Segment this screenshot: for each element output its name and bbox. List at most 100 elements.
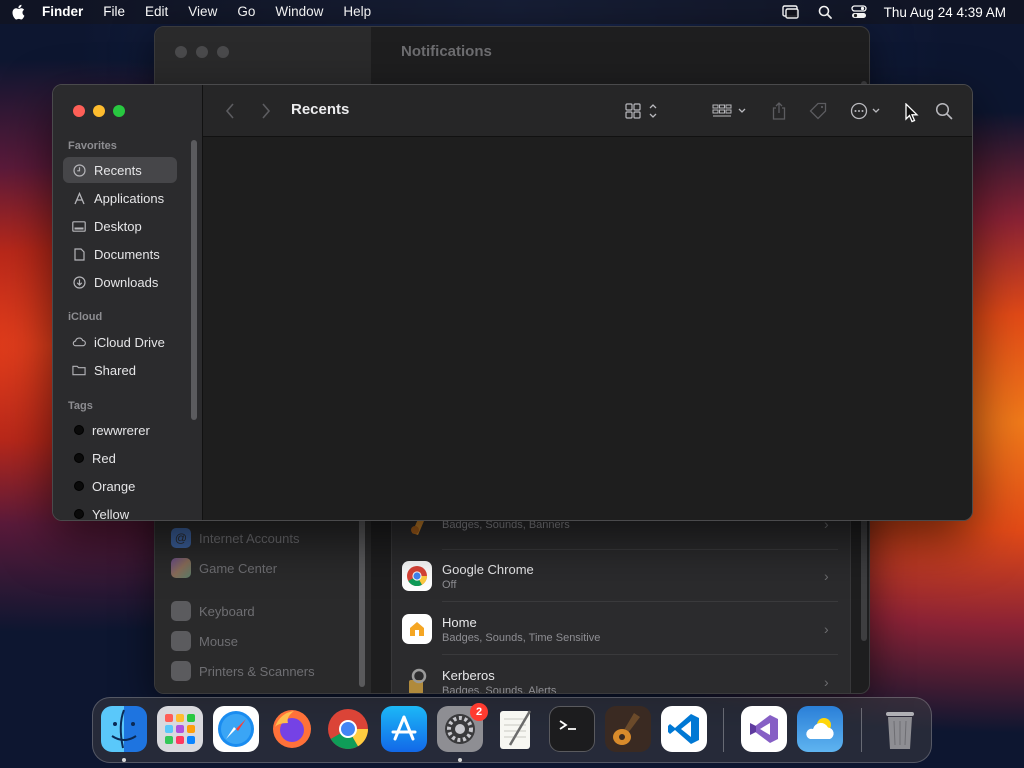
- mouse-icon: [171, 631, 191, 651]
- notifications-app-list: Badges, Sounds, Banners › Google Chrome …: [391, 507, 852, 694]
- menu-bar: Finder File Edit View Go Window Help Thu…: [0, 0, 1024, 24]
- menu-file[interactable]: File: [93, 0, 135, 24]
- settings-title: Notifications: [401, 43, 492, 60]
- finder-content-area[interactable]: [203, 138, 972, 520]
- settings-sidebar-item-keyboard[interactable]: Keyboard: [171, 598, 255, 624]
- settings-minimize-button[interactable]: [196, 46, 208, 58]
- sidebar-item-label: Downloads: [94, 274, 159, 290]
- dock-visual-studio-icon[interactable]: [741, 706, 787, 752]
- shared-folder-icon: [72, 363, 86, 377]
- tag-dot-icon: [74, 509, 84, 519]
- spotlight-search-icon[interactable]: [808, 0, 842, 24]
- at-sign-icon: @: [171, 528, 191, 548]
- apple-menu-icon[interactable]: [0, 4, 36, 20]
- menu-app-name[interactable]: Finder: [36, 0, 93, 24]
- menu-window[interactable]: Window: [265, 0, 333, 24]
- group-by-icon[interactable]: [711, 99, 751, 123]
- dock-textedit-icon[interactable]: [493, 706, 539, 752]
- settings-sidebar-label: Printers & Scanners: [199, 663, 315, 679]
- dock-safari-icon[interactable]: [213, 706, 259, 752]
- dock-launchpad-icon[interactable]: [157, 706, 203, 752]
- settings-sidebar-item-internet-accounts[interactable]: @ Internet Accounts: [171, 525, 299, 551]
- close-button[interactable]: [73, 105, 85, 117]
- kerberos-icon: [402, 667, 432, 693]
- dock-vscode-icon[interactable]: [661, 706, 707, 752]
- dock-firefox-icon[interactable]: [269, 706, 315, 752]
- screen-mirroring-icon[interactable]: [774, 0, 808, 24]
- settings-sidebar-label: Internet Accounts: [199, 530, 300, 546]
- sidebar-item-icloud-drive[interactable]: iCloud Drive: [63, 329, 177, 355]
- sidebar-tag-orange[interactable]: Orange: [63, 473, 177, 499]
- menu-go[interactable]: Go: [227, 0, 265, 24]
- app-name: Google Chrome: [442, 561, 534, 577]
- menu-clock[interactable]: Thu Aug 24 4:39 AM: [876, 5, 1024, 20]
- sidebar-item-recents[interactable]: Recents: [63, 157, 177, 183]
- back-button[interactable]: [221, 99, 239, 123]
- settings-sidebar-item-mouse[interactable]: Mouse: [171, 628, 238, 654]
- finder-window: Favorites Recents Applications Desktop D…: [52, 84, 973, 521]
- share-icon[interactable]: [769, 99, 789, 123]
- sidebar-item-applications[interactable]: Applications: [63, 185, 177, 211]
- app-notification-summary: Off: [442, 578, 457, 591]
- home-icon: [402, 614, 432, 644]
- search-icon[interactable]: [933, 99, 955, 123]
- view-mode-icon-grid[interactable]: [623, 99, 663, 123]
- app-name: Kerberos: [442, 667, 495, 683]
- sidebar-item-label: Shared: [94, 362, 136, 378]
- download-icon: [72, 275, 86, 289]
- dock-garageband-icon[interactable]: [605, 706, 651, 752]
- tag-dot-icon: [74, 425, 84, 435]
- chevron-right-icon: ›: [824, 568, 829, 584]
- sidebar-item-downloads[interactable]: Downloads: [63, 269, 177, 295]
- dock-app-store-icon[interactable]: [381, 706, 427, 752]
- settings-zoom-button[interactable]: [217, 46, 229, 58]
- tags-section-title: Tags: [68, 400, 93, 412]
- app-notification-summary: Badges, Sounds, Alerts: [442, 684, 557, 694]
- printer-icon: [171, 661, 191, 681]
- settings-traffic-lights: [175, 46, 229, 58]
- dock-finder-icon[interactable]: [101, 706, 147, 752]
- sidebar-item-label: Recents: [94, 162, 142, 178]
- settings-sidebar-label: Mouse: [199, 633, 239, 649]
- sidebar-tag-yellow[interactable]: Yellow: [63, 501, 177, 521]
- app-notification-summary: Badges, Sounds, Time Sensitive: [442, 631, 601, 644]
- sidebar-item-label: Documents: [94, 246, 160, 262]
- sidebar-item-documents[interactable]: Documents: [63, 241, 177, 267]
- dock-trash-icon[interactable]: [877, 706, 923, 752]
- settings-sidebar-item-game-center[interactable]: Game Center: [171, 555, 277, 581]
- game-center-icon: [171, 558, 191, 578]
- more-actions-icon[interactable]: [849, 99, 885, 123]
- icloud-section-title: iCloud: [68, 311, 103, 323]
- control-center-icon[interactable]: [842, 0, 876, 24]
- forward-button[interactable]: [257, 99, 275, 123]
- dock-chrome-icon[interactable]: [325, 706, 371, 752]
- sidebar-tag-rewwrerer[interactable]: rewwrerer: [63, 417, 177, 443]
- minimize-button[interactable]: [93, 105, 105, 117]
- sidebar-item-desktop[interactable]: Desktop: [63, 213, 177, 239]
- desktop-icon: [72, 219, 86, 233]
- finder-traffic-lights: [73, 105, 125, 117]
- menu-help[interactable]: Help: [333, 0, 381, 24]
- dock-weather-icon[interactable]: [797, 706, 843, 752]
- sidebar-item-label: iCloud Drive: [94, 334, 165, 350]
- notification-app-row[interactable]: Kerberos Badges, Sounds, Alerts ›: [392, 656, 852, 694]
- finder-sidebar-scrollbar[interactable]: [191, 140, 197, 420]
- dock-terminal-icon[interactable]: [549, 706, 595, 752]
- zoom-button[interactable]: [113, 105, 125, 117]
- menu-edit[interactable]: Edit: [135, 0, 178, 24]
- sidebar-item-shared[interactable]: Shared: [63, 357, 177, 383]
- clock-icon: [72, 163, 86, 177]
- tag-dot-icon: [74, 453, 84, 463]
- chevron-right-icon: ›: [824, 621, 829, 637]
- tag-dot-icon: [74, 481, 84, 491]
- sidebar-item-label: Orange: [92, 478, 136, 494]
- tag-icon[interactable]: [807, 99, 829, 123]
- settings-sidebar-item-printers[interactable]: Printers & Scanners: [171, 658, 315, 684]
- menu-view[interactable]: View: [178, 0, 227, 24]
- notification-app-row[interactable]: Home Badges, Sounds, Time Sensitive ›: [392, 603, 852, 655]
- sidebar-item-label: Yellow: [92, 506, 130, 521]
- settings-close-button[interactable]: [175, 46, 187, 58]
- settings-sidebar-scrollbar[interactable]: [359, 517, 365, 687]
- sidebar-tag-red[interactable]: Red: [63, 445, 177, 471]
- notification-app-row[interactable]: Google Chrome Off ›: [392, 550, 852, 602]
